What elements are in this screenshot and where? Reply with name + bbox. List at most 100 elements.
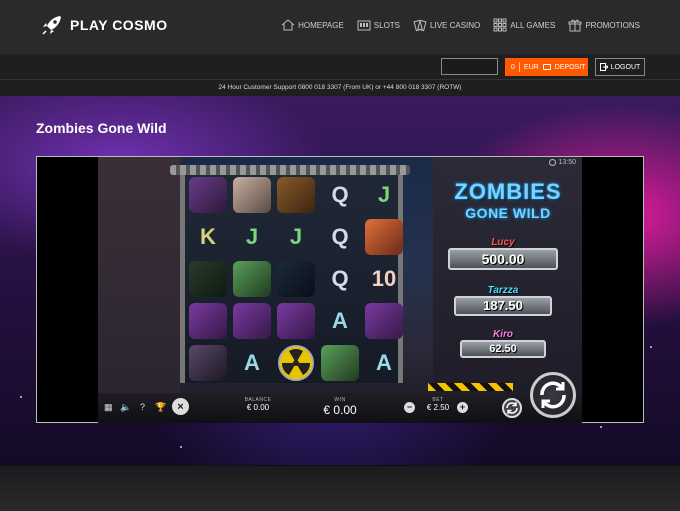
reel-symbol: Q [331,266,349,291]
reel-symbol [231,175,273,215]
logout-icon [599,63,608,71]
gift-icon [568,19,582,32]
site-logo[interactable]: PLAY COSMO [40,13,168,37]
jackpot-value: 62.50 [460,340,546,358]
logout-button[interactable]: LOGOUT [595,58,645,76]
wallet-icon [542,64,551,70]
deposit-button[interactable]: 0 EUR DEPOSIT [505,58,588,76]
reel-symbol [231,301,273,341]
game-logo-line1: ZOMBIES [454,179,562,204]
sound-icon[interactable]: 🔈 [120,402,131,413]
game-logo: ZOMBIES GONE WILD [443,169,573,231]
page-footer [0,465,680,511]
reel-symbol [275,259,317,299]
reel-symbol [363,217,405,257]
nav-homepage[interactable]: HOMEPAGE [281,18,344,32]
spin-button[interactable] [530,372,576,418]
top-navigation-bar: PLAY COSMO HOMEPAGE SLOTS LIVE CASINO AL… [0,0,680,54]
reel-symbol: Q [331,182,349,207]
brand-name: PLAY COSMO [70,17,168,33]
balance-amount: 0 [511,63,515,71]
logout-label: LOGOUT [610,63,641,71]
win-value: € 0.00 [323,403,357,417]
jackpot-name: Kiro [493,329,513,340]
balance-display: BALANCE € 0.00 [228,397,288,412]
jackpot-name: Lucy [491,237,515,248]
jackpot-name: Tarzza [487,285,519,296]
autoplay-button[interactable] [502,398,522,418]
bet-decrease-button[interactable]: − [404,402,415,413]
game-control-bar: ▦ 🔈 ? 🏆 × BALANCE € 0.00 WIN € 0.00 − BE… [98,393,582,423]
trophy-icon[interactable]: 🏆 [155,402,166,413]
rocket-icon [42,16,61,35]
close-game-button[interactable]: × [172,398,189,415]
balance-value: € 0.00 [246,403,270,412]
jackpot-lucy: Lucy 500.00 [448,237,558,270]
spin-icon [540,381,566,409]
reel-symbol [275,175,317,215]
game-frame[interactable]: 13:50 K J A J Q Q Q A J 10 A ZOMBIES GON… [36,156,644,423]
reel-symbol: K [200,224,216,249]
win-display: WIN € 0.00 [310,397,370,417]
nav-label: SLOTS [373,20,401,30]
reel-symbol: J [245,224,259,249]
slot-game-canvas[interactable]: 13:50 K J A J Q Q Q A J 10 A ZOMBIES GON… [98,157,582,423]
nav-slots[interactable]: SLOTS [357,18,400,32]
reel-symbol: Q [331,224,349,249]
nav-promotions[interactable]: PROMOTIONS [568,18,640,32]
reel-symbol [363,301,405,341]
nav-label: LIVE CASINO [430,20,481,30]
clock-icon [549,159,557,166]
main-nav: HOMEPAGE SLOTS LIVE CASINO ALL GAMES PRO… [281,18,640,32]
nav-all-games[interactable]: ALL GAMES [493,18,555,32]
slot-machine-icon [357,20,371,31]
reel-symbol: J [289,224,303,249]
reel-symbol [187,301,229,341]
home-icon [281,19,295,31]
bet-increase-button[interactable]: + [457,402,468,413]
nav-label: ALL GAMES [510,20,556,30]
reel-symbol [275,301,317,341]
hazard-stripe-decoration [428,383,513,391]
reel-symbol [319,343,361,383]
jackpot-tarzza: Tarzza 187.50 [454,285,552,316]
jackpot-value: 187.50 [454,296,552,316]
reel-symbol: A [244,350,260,375]
grid-icon [493,18,507,32]
game-page-hero: Zombies Gone Wild 13:50 K J A J Q Q Q A … [0,96,680,465]
bet-value: € 2.50 [426,403,450,412]
reel-symbol [187,343,229,383]
divider [518,62,520,72]
bet-display: BET € 2.50 [418,397,458,412]
reel-symbol [187,259,229,299]
wild-radiation-symbol [275,343,317,383]
reel-symbol: A [376,350,392,375]
reel-chain-decoration [170,165,410,175]
game-clock: 13:50 [549,159,576,166]
cards-icon [413,19,427,32]
deposit-label: DEPOSIT [554,63,586,71]
radiation-icon [278,345,314,381]
clock-time: 13:50 [558,159,576,166]
background-building-left [98,157,180,423]
page-title: Zombies Gone Wild [36,120,167,136]
support-info-bar: 24 Hour Customer Support 0800 018 3307 (… [0,80,680,96]
account-bar: 0 EUR DEPOSIT LOGOUT [0,54,680,80]
nav-label: HOMEPAGE [298,20,344,30]
jackpot-kiro: Kiro 62.50 [460,329,546,358]
nav-label: PROMOTIONS [585,20,640,30]
reel-symbol [231,259,273,299]
reel-symbol: J [377,182,391,207]
autoplay-icon [506,402,518,414]
reel-symbol: 10 [371,266,397,291]
reel-symbol [187,175,229,215]
slot-reels[interactable]: K J A J Q Q Q A J 10 A [180,175,403,383]
account-input-field[interactable] [441,58,498,75]
help-icon[interactable]: ? [140,402,145,412]
reel-symbol: A [332,308,348,333]
currency-label: EUR [523,63,539,71]
jackpot-value: 500.00 [448,248,558,270]
nav-live-casino[interactable]: LIVE CASINO [413,18,480,32]
paytable-icon[interactable]: ▦ [104,402,113,413]
game-logo-line2: GONE WILD [465,205,551,221]
